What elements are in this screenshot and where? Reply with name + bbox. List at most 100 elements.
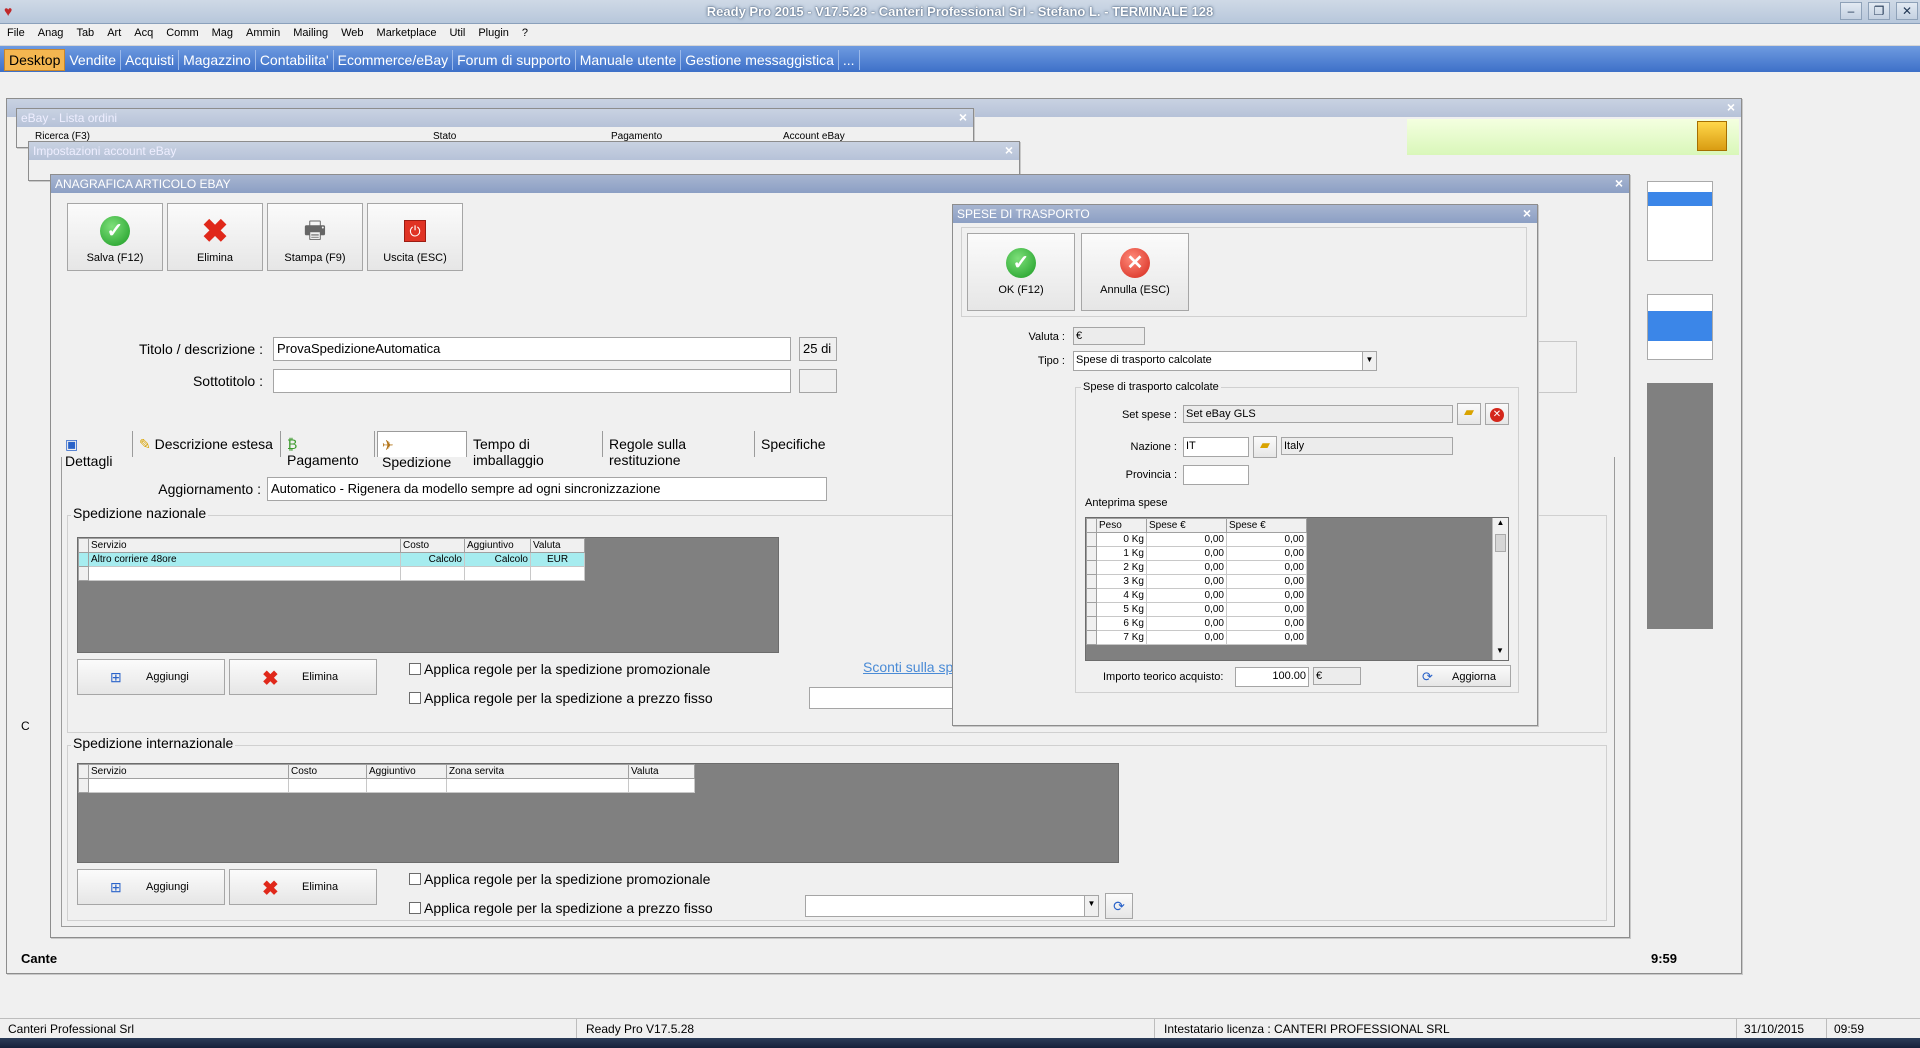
- tab-manuale[interactable]: Manuale utente: [576, 50, 682, 70]
- menu-util[interactable]: Util: [442, 24, 471, 39]
- anagrafica-close-icon[interactable]: ×: [1615, 175, 1623, 191]
- menu-plugin[interactable]: Plugin: [471, 24, 515, 39]
- tab-magazzino[interactable]: Magazzino: [179, 50, 256, 70]
- scroll-down-icon[interactable]: ▼: [1493, 646, 1507, 660]
- tab-acquisti[interactable]: Acquisti: [121, 50, 180, 70]
- cell-costo[interactable]: Calcolo: [400, 552, 465, 567]
- tab-spedizione[interactable]: ✈ Spedizione: [377, 431, 467, 470]
- clear-set-button[interactable]: ✕: [1485, 403, 1509, 425]
- spese-close-icon[interactable]: ×: [1523, 205, 1531, 221]
- scroll-up-icon[interactable]: ▲: [1493, 518, 1508, 532]
- sconti-link[interactable]: Sconti sulla spe: [863, 659, 961, 675]
- checkbox-box[interactable]: [409, 663, 421, 675]
- tab-desktop[interactable]: Desktop: [4, 49, 66, 71]
- internazionale-add-button[interactable]: ⊞ Aggiungi: [77, 869, 225, 905]
- chevron-down-icon[interactable]: ▼: [1362, 352, 1376, 370]
- aggiornamento-select[interactable]: Automatico - Rigenera da modello sempre …: [267, 477, 827, 501]
- menu-art[interactable]: Art: [100, 24, 127, 39]
- menu-mag[interactable]: Mag: [205, 24, 239, 39]
- tab-specifiche[interactable]: Specifiche: [757, 431, 826, 457]
- restore-icon[interactable]: ❐: [1868, 2, 1890, 20]
- save-button[interactable]: ✓ Salva (F12): [67, 203, 163, 271]
- exit-button[interactable]: ⏻ Uscita (ESC): [367, 203, 463, 271]
- menu-tab[interactable]: Tab: [69, 24, 100, 39]
- impostazioni-close-icon[interactable]: ×: [1005, 142, 1013, 158]
- cell-valuta[interactable]: EUR: [530, 552, 585, 567]
- cell-empty[interactable]: [400, 566, 465, 581]
- provincia-input[interactable]: [1183, 465, 1249, 485]
- internazionale-delete-button[interactable]: ✖ Elimina: [229, 869, 377, 905]
- nazionale-delete-button[interactable]: ✖ Elimina: [229, 659, 377, 695]
- cell-servizio[interactable]: Altro corriere 48ore: [88, 552, 401, 567]
- tab-forum[interactable]: Forum di supporto: [453, 50, 576, 70]
- tab-ecommerce[interactable]: Ecommerce/eBay: [334, 50, 454, 70]
- tab-vendite[interactable]: Vendite: [65, 50, 122, 70]
- tab-imballaggio[interactable]: Tempo di imballaggio: [469, 431, 603, 468]
- cell-empty[interactable]: [530, 566, 585, 581]
- menu-acq[interactable]: Acq: [127, 24, 159, 39]
- menu-help[interactable]: ?: [515, 24, 534, 39]
- nazionale-promo-checkbox[interactable]: Applica regole per la spedizione promozi…: [409, 661, 710, 677]
- nazionale-add-button[interactable]: ⊞ Aggiungi: [77, 659, 225, 695]
- tab-messaggistica[interactable]: Gestione messaggistica: [681, 50, 839, 70]
- lista-ordini-close-icon[interactable]: ×: [959, 109, 967, 125]
- folder-icon[interactable]: ▰: [1253, 436, 1277, 458]
- delete-button[interactable]: ✖ Elimina: [167, 203, 263, 271]
- aggiorna-button[interactable]: ⟳ Aggiorna: [1417, 665, 1511, 687]
- tab-more[interactable]: ...: [839, 50, 860, 70]
- cell-empty[interactable]: [288, 778, 367, 793]
- print-button[interactable]: 🖶 Stampa (F9): [267, 203, 363, 271]
- preview-row[interactable]: 1 Kg 0,00 0,00: [1086, 546, 1307, 561]
- table-row[interactable]: Altro corriere 48ore Calcolo Calcolo EUR: [78, 552, 585, 567]
- menu-marketplace[interactable]: Marketplace: [370, 24, 443, 39]
- menu-ammin[interactable]: Ammin: [239, 24, 286, 39]
- cell-empty[interactable]: [88, 778, 289, 793]
- anteprima-scrollbar[interactable]: ▲ ▼: [1492, 518, 1508, 660]
- tipo-select[interactable]: Spese di trasporto calcolate ▼: [1073, 351, 1377, 371]
- menu-file[interactable]: File: [0, 24, 31, 39]
- cancel-button[interactable]: ✕ Annulla (ESC): [1081, 233, 1189, 311]
- tab-descrizione[interactable]: ✎ Descrizione estesa: [135, 431, 281, 457]
- table-row-empty[interactable]: [78, 778, 695, 793]
- cell-empty[interactable]: [446, 778, 629, 793]
- menu-comm[interactable]: Comm: [159, 24, 204, 39]
- internazionale-fixed-select[interactable]: ▼: [805, 895, 1099, 917]
- chevron-down-icon[interactable]: ▼: [1084, 896, 1098, 916]
- cell-empty[interactable]: [464, 566, 531, 581]
- preview-row[interactable]: 3 Kg 0,00 0,00: [1086, 574, 1307, 589]
- cell-empty[interactable]: [628, 778, 695, 793]
- cell-aggiuntivo[interactable]: Calcolo: [464, 552, 531, 567]
- preview-row[interactable]: 4 Kg 0,00 0,00: [1086, 588, 1307, 603]
- importo-input[interactable]: 100.00: [1235, 667, 1309, 687]
- internazionale-promo-checkbox[interactable]: Applica regole per la spedizione promozi…: [409, 871, 710, 887]
- checkbox-box[interactable]: [409, 873, 421, 885]
- refresh-icon[interactable]: ⟳: [1105, 893, 1133, 919]
- nazione-code-input[interactable]: IT: [1183, 437, 1249, 457]
- tab-restituzione[interactable]: Regole sulla restituzione: [605, 431, 755, 468]
- title-input[interactable]: ProvaSpedizioneAutomatica: [273, 337, 791, 361]
- bg-window-close-icon[interactable]: ×: [1727, 99, 1735, 115]
- tab-dettagli[interactable]: ▣ Dettagli: [61, 431, 133, 469]
- preview-row[interactable]: 7 Kg 0,00 0,00: [1086, 630, 1307, 645]
- nazionale-fixed-checkbox[interactable]: Applica regole per la spedizione a prezz…: [409, 690, 713, 706]
- subtitle-input[interactable]: [273, 369, 791, 393]
- preview-row[interactable]: 0 Kg 0,00 0,00: [1086, 532, 1307, 547]
- menu-anag[interactable]: Anag: [31, 24, 70, 39]
- preview-row[interactable]: 2 Kg 0,00 0,00: [1086, 560, 1307, 575]
- table-row-empty[interactable]: [78, 566, 585, 581]
- close-icon[interactable]: ✕: [1896, 2, 1918, 20]
- menu-web[interactable]: Web: [334, 24, 369, 39]
- preview-row[interactable]: 5 Kg 0,00 0,00: [1086, 602, 1307, 617]
- cell-empty[interactable]: [88, 566, 401, 581]
- tab-contabilita[interactable]: Contabilita': [256, 50, 334, 70]
- minimize-icon[interactable]: –: [1840, 2, 1862, 20]
- internazionale-fixed-checkbox[interactable]: Applica regole per la spedizione a prezz…: [409, 900, 713, 916]
- preview-row[interactable]: 6 Kg 0,00 0,00: [1086, 616, 1307, 631]
- cell-empty[interactable]: [366, 778, 447, 793]
- checkbox-box[interactable]: [409, 902, 421, 914]
- ok-button[interactable]: ✓ OK (F12): [967, 233, 1075, 311]
- scroll-thumb[interactable]: [1495, 534, 1506, 552]
- menu-mailing[interactable]: Mailing: [286, 24, 334, 39]
- tab-pagamento[interactable]: ₿ Pagamento: [283, 431, 375, 468]
- folder-icon[interactable]: ▰: [1457, 403, 1481, 425]
